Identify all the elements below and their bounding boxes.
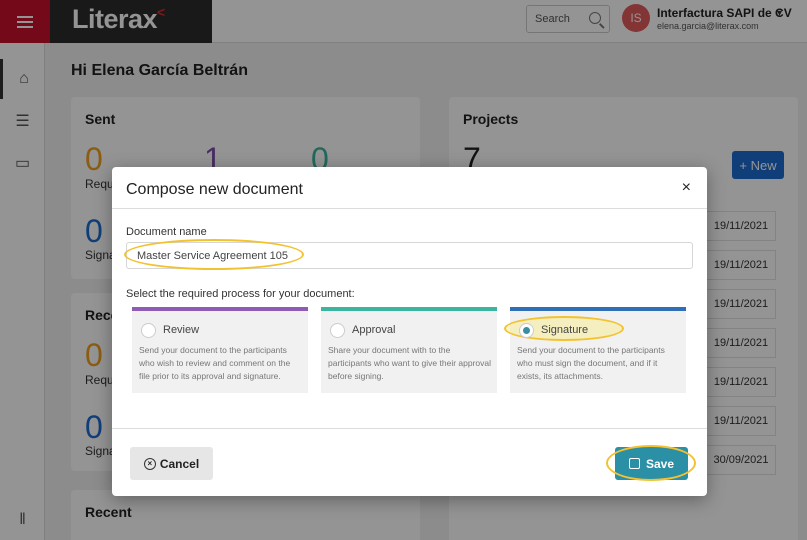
process-name: Signature — [541, 324, 589, 336]
process-description: Share your document with to the particip… — [328, 345, 492, 381]
process-name: Approval — [352, 324, 396, 336]
cancel-circle-icon: × — [143, 457, 156, 470]
review-radio[interactable] — [141, 323, 156, 338]
process-card-signature[interactable]: Signature Send your document to the part… — [504, 307, 686, 393]
modal-title: Compose new document — [126, 181, 303, 198]
cancel-label: Cancel — [159, 456, 200, 471]
modal-header: Compose new document × — [112, 167, 707, 209]
signature-radio[interactable] — [519, 323, 534, 338]
process-description: Send your document to the participants w… — [139, 345, 291, 381]
process-label: Select the required process for your doc… — [126, 288, 355, 300]
cancel-button[interactable]: × Cancel — [130, 447, 213, 480]
save-disk-icon — [628, 458, 640, 469]
save-button[interactable]: Save — [615, 447, 688, 480]
process-card-review[interactable]: Review Send your document to the partici… — [132, 307, 308, 393]
save-label: Save — [645, 456, 675, 471]
close-icon[interactable]: × — [682, 179, 691, 197]
compose-document-modal: Compose new document × Document name Sel… — [112, 167, 707, 496]
process-name: Review — [163, 324, 200, 336]
document-name-input[interactable] — [126, 242, 693, 269]
process-description: Send your document to the participants w… — [517, 345, 665, 381]
modal-footer: × Cancel Save — [112, 428, 707, 496]
approval-radio[interactable] — [330, 323, 345, 338]
process-card-approval[interactable]: Approval Share your document with to the… — [321, 307, 497, 393]
document-name-label: Document name — [126, 226, 207, 238]
